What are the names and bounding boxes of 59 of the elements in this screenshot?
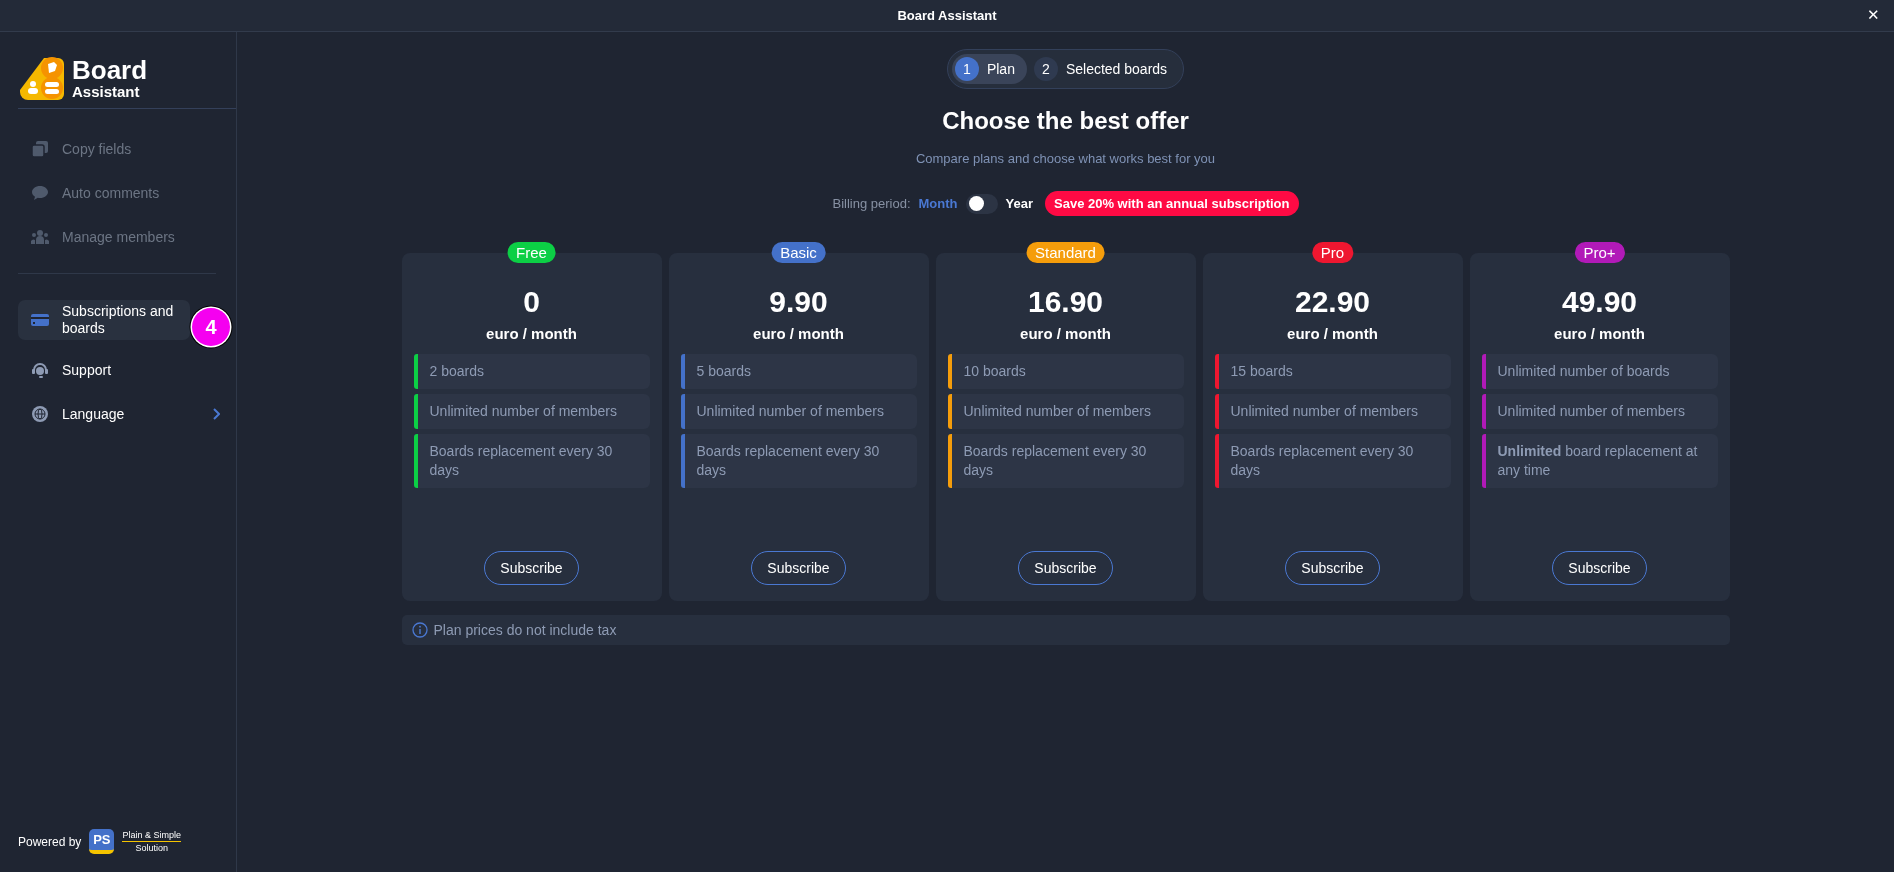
note-text: Plan prices do not include tax [433, 622, 617, 638]
page-heading: Choose the best offer [942, 107, 1189, 135]
company-name: Solution [135, 842, 168, 854]
company-name: Plain & Simple [122, 829, 181, 842]
plan-feature: Unlimited board replacement at any time [1481, 434, 1718, 488]
plan-price: 22.90 [1294, 285, 1371, 319]
plan-badge: Pro+ [1574, 242, 1625, 263]
plan-price: 9.90 [769, 285, 828, 319]
billing-option[interactable]: Year [1005, 196, 1033, 211]
plan-feature: Unlimited number of members [1481, 394, 1718, 429]
step-marker: 4 [192, 308, 230, 346]
plan-feature: 10 boards [947, 354, 1184, 389]
plan-feature: Boards replacement every 30 days [680, 434, 917, 488]
plan-badge: Standard [1026, 242, 1105, 263]
info-icon [411, 622, 428, 638]
plan-price: 0 [523, 285, 540, 319]
billing-label: Billing period: [832, 196, 911, 211]
powered-by-text: Powered by [18, 834, 82, 849]
speech-bubble-icon [30, 183, 50, 203]
logo-title: Board [72, 56, 148, 83]
plan-badge: Basic [771, 242, 826, 263]
plan-feature: Boards replacement every 30 days [1214, 434, 1451, 488]
billing-option[interactable]: Month [918, 196, 958, 211]
plan-feature: Boards replacement every 30 days [947, 434, 1184, 488]
plan-feature: Unlimited number of members [413, 394, 650, 429]
headset-icon [30, 360, 50, 380]
plan-feature: Unlimited number of members [947, 394, 1184, 429]
plan-feature: 15 boards [1214, 354, 1451, 389]
company-logo-mark: PS [89, 829, 115, 854]
plan-badge: Pro [1311, 242, 1354, 263]
price-unit: euro / month [486, 325, 577, 342]
close-button[interactable]: ✕ [1861, 5, 1886, 25]
sidebar-item[interactable]: Support [18, 350, 230, 390]
price-unit: euro / month [1287, 325, 1378, 342]
plan-feature: Unlimited number of members [1214, 394, 1451, 429]
billing-toggle[interactable] [965, 193, 998, 214]
plan-feature: 5 boards [680, 354, 917, 389]
page-subtitle: Compare plans and choose what works best for you [915, 151, 1216, 166]
copy-icon [30, 139, 50, 159]
sidebar-item[interactable]: Language [18, 394, 230, 434]
plan-price: 49.90 [1561, 285, 1638, 319]
plan-feature: Unlimited number of members [680, 394, 917, 429]
plan-feature: Boards replacement every 30 days [413, 434, 650, 488]
window-title: Board Assistant [897, 8, 997, 23]
plan-feature: 2 boards [413, 354, 650, 389]
promo-badge: Save 20% with an annual subscription [1045, 191, 1299, 216]
price-unit: euro / month [1554, 325, 1645, 342]
sidebar-item[interactable]: Subscriptions and boards [18, 300, 190, 340]
logo-icon [18, 54, 66, 102]
logo-subtitle: Assistant [72, 82, 141, 100]
price-unit: euro / month [753, 325, 844, 342]
plan-price: 16.90 [1027, 285, 1104, 319]
plan-badge: Free [507, 242, 556, 263]
step-tab[interactable]: 1 Plan [951, 54, 1027, 84]
plan-feature: Unlimited number of boards [1481, 354, 1718, 389]
people-icon [30, 227, 50, 247]
step-tab[interactable]: 2 Selected boards [1030, 54, 1180, 84]
globe-icon [30, 404, 50, 424]
price-unit: euro / month [1020, 325, 1111, 342]
